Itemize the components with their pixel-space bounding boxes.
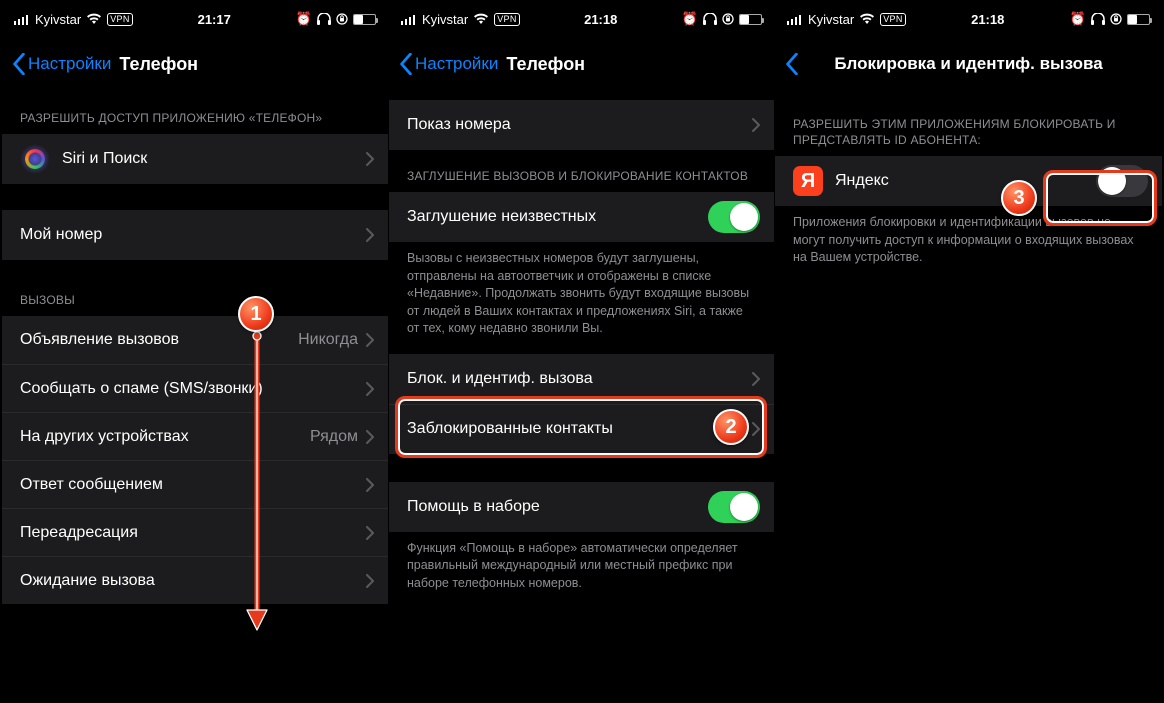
yandex-icon: Я <box>793 166 823 196</box>
toggle-dial-assist[interactable] <box>708 491 760 523</box>
row-label: Помощь в наборе <box>407 498 708 516</box>
row-value: Никогда <box>298 331 358 349</box>
toggle-yandex[interactable] <box>1096 165 1148 197</box>
chevron-right-icon <box>366 382 374 396</box>
vpn-badge: VPN <box>880 13 905 26</box>
row-label: Яндекс <box>835 172 1096 190</box>
row-value: Рядом <box>310 428 358 446</box>
row-label: Siri и Поиск <box>62 150 366 168</box>
vpn-badge: VPN <box>107 13 132 26</box>
row-label: Сообщать о спаме (SMS/звонки) <box>20 380 366 398</box>
status-time: 21:18 <box>584 12 617 27</box>
section-footer-dial: Функция «Помощь в наборе» автоматически … <box>389 532 774 599</box>
chevron-right-icon <box>752 372 760 386</box>
nav-bar: Настройки Телефон <box>2 36 388 92</box>
back-button[interactable]: Настройки <box>12 53 111 75</box>
status-bar: Kyivstar VPN 21:18 ⏰ <box>775 2 1162 36</box>
chevron-right-icon <box>366 574 374 588</box>
carrier-label: Kyivstar <box>35 12 81 27</box>
page-title: Блокировка и идентиф. вызова <box>775 54 1162 74</box>
back-label: Настройки <box>415 54 498 74</box>
row-label: Показ номера <box>407 116 752 134</box>
orientation-lock-icon <box>722 13 734 25</box>
row-yandex[interactable]: Я Яндекс <box>775 156 1162 206</box>
row-label: Мой номер <box>20 226 366 244</box>
siri-icon <box>20 144 50 174</box>
row-label: Переадресация <box>20 524 366 542</box>
page-title: Телефон <box>119 54 198 75</box>
headphones-icon <box>317 13 331 25</box>
row-reply-message[interactable]: Ответ сообщением <box>2 460 388 508</box>
status-bar: Kyivstar VPN 21:17 ⏰ <box>2 2 388 36</box>
page-title: Телефон <box>506 54 585 75</box>
section-header-allow: РАЗРЕШИТЬ ДОСТУП ПРИЛОЖЕНИЮ «ТЕЛЕФОН» <box>2 92 388 134</box>
row-label: Заблокированные контакты <box>407 420 752 438</box>
row-dial-assist[interactable]: Помощь в наборе <box>389 482 774 532</box>
wifi-icon <box>473 13 489 25</box>
row-call-forwarding[interactable]: Переадресация <box>2 508 388 556</box>
orientation-lock-icon <box>1110 13 1122 25</box>
chevron-right-icon <box>366 478 374 492</box>
section-header-allow-apps: РАЗРЕШИТЬ ЭТИМ ПРИЛОЖЕНИЯМ БЛОКИРОВАТЬ И… <box>775 92 1162 156</box>
back-button[interactable] <box>785 53 799 75</box>
status-bar: Kyivstar VPN 21:18 ⏰ <box>389 2 774 36</box>
vpn-badge: VPN <box>494 13 519 26</box>
carrier-label: Kyivstar <box>808 12 854 27</box>
signal-icon <box>401 14 417 25</box>
row-show-number[interactable]: Показ номера <box>389 100 774 150</box>
row-other-devices[interactable]: На других устройствах Рядом <box>2 412 388 460</box>
wifi-icon <box>86 13 102 25</box>
back-label: Настройки <box>28 54 111 74</box>
row-block-identify[interactable]: Блок. и идентиф. вызова <box>389 354 774 404</box>
row-report-spam[interactable]: Сообщать о спаме (SMS/звонки) <box>2 364 388 412</box>
section-header-calls: ВЫЗОВЫ <box>2 260 388 316</box>
step-badge-1: 1 <box>238 296 274 332</box>
row-my-number[interactable]: Мой номер <box>2 210 388 260</box>
section-footer-apps: Приложения блокировки и идентификации вы… <box>775 206 1162 273</box>
chevron-right-icon <box>366 333 374 347</box>
row-silence-unknown[interactable]: Заглушение неизвестных <box>389 192 774 242</box>
headphones-icon <box>1091 13 1105 25</box>
chevron-right-icon <box>752 422 760 436</box>
battery-icon <box>353 14 376 25</box>
row-label: На других устройствах <box>20 428 310 446</box>
battery-icon <box>1127 14 1150 25</box>
back-button[interactable]: Настройки <box>399 53 498 75</box>
chevron-right-icon <box>366 228 374 242</box>
screen-3: Kyivstar VPN 21:18 ⏰ Блокировка и иденти… <box>774 2 1162 701</box>
section-footer-silence: Вызовы с неизвестных номеров будут заглу… <box>389 242 774 344</box>
chevron-right-icon <box>752 118 760 132</box>
alarm-icon: ⏰ <box>296 11 312 27</box>
screen-1: Kyivstar VPN 21:17 ⏰ Настройки Телефон Р… <box>2 2 388 701</box>
row-label: Ответ сообщением <box>20 476 366 494</box>
alarm-icon: ⏰ <box>1070 11 1086 27</box>
row-label: Объявление вызовов <box>20 331 298 349</box>
row-announce-calls[interactable]: Объявление вызовов Никогда <box>2 316 388 364</box>
row-label: Блок. и идентиф. вызова <box>407 370 752 388</box>
row-label: Заглушение неизвестных <box>407 208 708 226</box>
signal-icon <box>14 14 30 25</box>
chevron-right-icon <box>366 526 374 540</box>
step-badge-3: 3 <box>1001 180 1037 216</box>
alarm-icon: ⏰ <box>682 11 698 27</box>
nav-bar: Блокировка и идентиф. вызова <box>775 36 1162 92</box>
status-time: 21:18 <box>971 12 1004 27</box>
section-header-silence: ЗАГЛУШЕНИЕ ВЫЗОВОВ И БЛОКИРОВАНИЕ КОНТАК… <box>389 150 774 192</box>
row-label: Ожидание вызова <box>20 572 366 590</box>
toggle-silence-unknown[interactable] <box>708 201 760 233</box>
row-call-waiting[interactable]: Ожидание вызова <box>2 556 388 604</box>
chevron-right-icon <box>366 152 374 166</box>
wifi-icon <box>859 13 875 25</box>
screen-2: Kyivstar VPN 21:18 ⏰ Настройки Телефон П <box>388 2 774 701</box>
step-badge-2: 2 <box>713 409 749 445</box>
signal-icon <box>787 14 803 25</box>
headphones-icon <box>703 13 717 25</box>
chevron-right-icon <box>366 430 374 444</box>
orientation-lock-icon <box>336 13 348 25</box>
status-time: 21:17 <box>198 12 231 27</box>
nav-bar: Настройки Телефон <box>389 36 774 92</box>
row-siri[interactable]: Siri и Поиск <box>2 134 388 184</box>
carrier-label: Kyivstar <box>422 12 468 27</box>
battery-icon <box>739 14 762 25</box>
